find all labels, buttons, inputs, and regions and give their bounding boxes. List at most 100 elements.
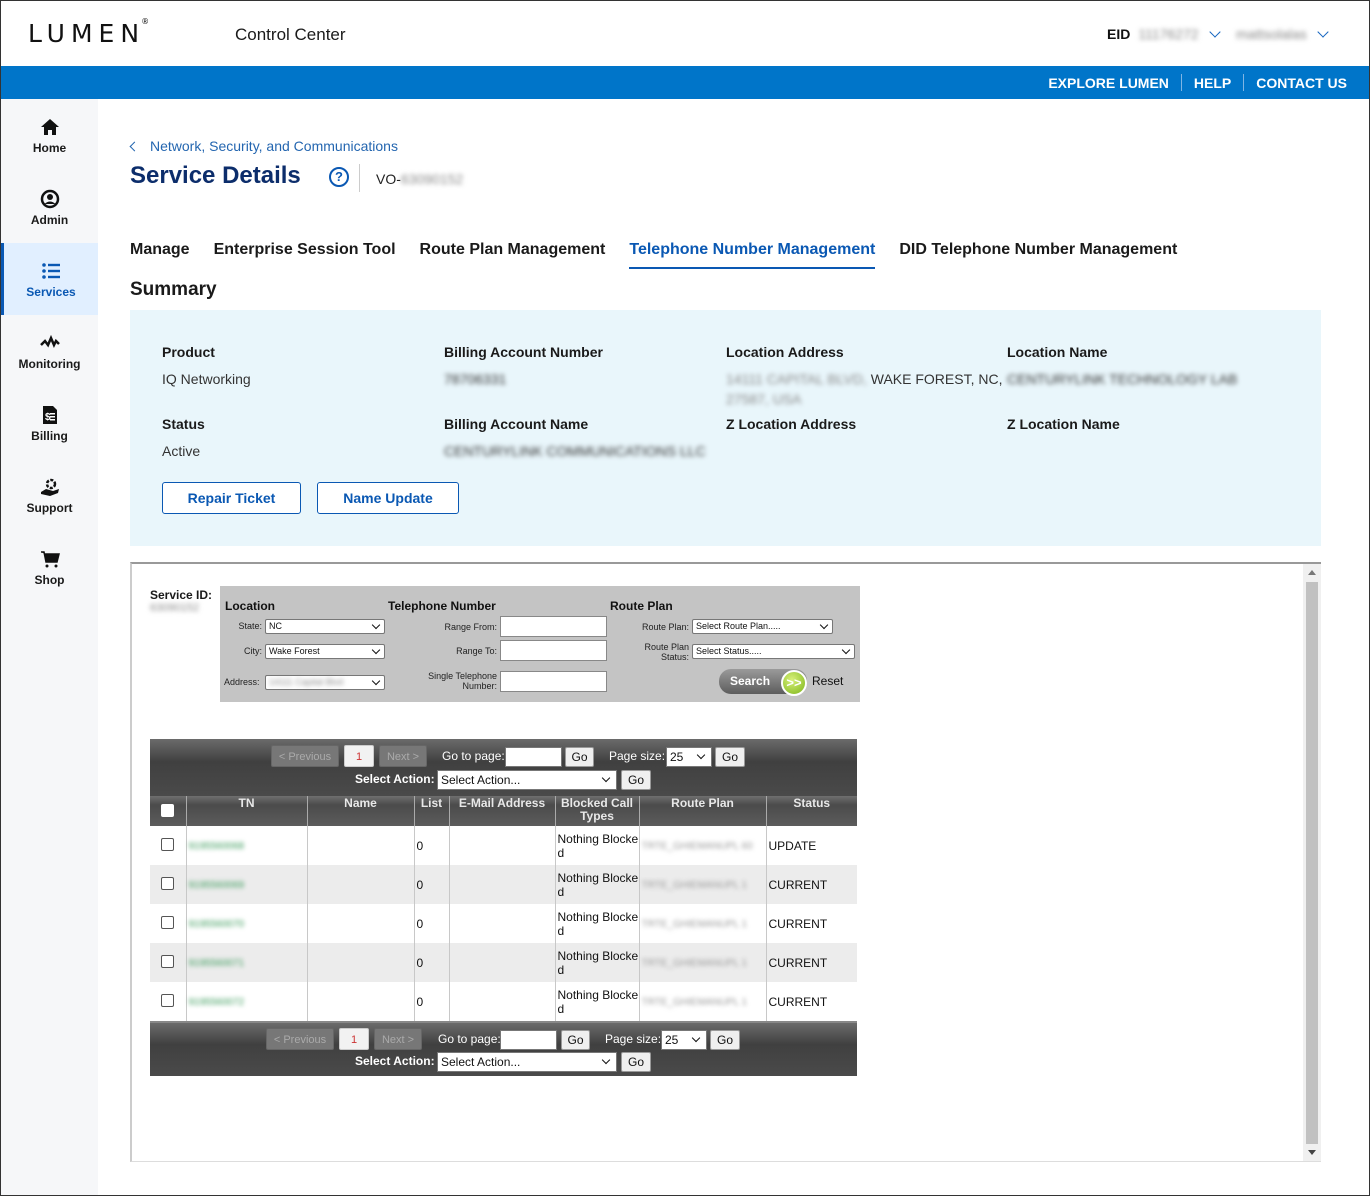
city-select[interactable]: Wake Forest [265, 644, 385, 659]
next-page-button[interactable]: Next > [379, 745, 427, 767]
scrollbar-thumb[interactable] [1306, 582, 1318, 1144]
page-size-select[interactable]: 25 [661, 1030, 707, 1050]
row-checkbox[interactable] [161, 837, 175, 851]
goto-page-go-button[interactable]: Go [561, 1030, 590, 1050]
location-name-field: Location Name CENTURYLINK TECHNOLOGY LAB [1007, 344, 1237, 389]
sidebar-item-home[interactable]: Home [1, 99, 98, 171]
single-tn-input[interactable] [500, 671, 607, 692]
help-link[interactable]: HELP [1194, 75, 1231, 91]
route-plan-value: TRTE_GHIEMANUPL 1 [641, 918, 748, 930]
column-header-route-plan[interactable]: Route Plan [638, 796, 766, 826]
next-page-button[interactable]: Next > [374, 1028, 422, 1050]
breadcrumb-link[interactable]: Network, Security, and Communications [150, 138, 398, 154]
sidebar-item-support[interactable]: Support [1, 459, 98, 531]
previous-page-button[interactable]: < Previous [266, 1028, 334, 1050]
eid-value: 11176272 [1138, 26, 1199, 42]
help-icon[interactable]: ? [329, 167, 349, 187]
route-plan-cell: TRTE_GHIEMANUPL 1 [638, 865, 766, 904]
blocked-call-types-cell: Nothing Blocked [554, 826, 639, 865]
chevron-down-icon [1317, 26, 1329, 38]
tab-route-plan-management[interactable]: Route Plan Management [420, 241, 606, 269]
page-size-go-button[interactable]: Go [715, 747, 745, 767]
sidebar-item-services[interactable]: Services [1, 243, 98, 315]
page-size-label: Page size: [605, 1032, 662, 1046]
product-label: Product [162, 344, 215, 360]
range-from-input[interactable] [500, 616, 607, 637]
column-header-tn[interactable]: TN [185, 796, 307, 826]
tn-link[interactable]: 9195560068 [189, 841, 245, 852]
repair-ticket-button[interactable]: Repair Ticket [162, 482, 301, 514]
goto-page-input[interactable] [505, 747, 562, 767]
column-header-status[interactable]: Status [765, 796, 857, 826]
select-action-select[interactable]: Select Action... [437, 1052, 617, 1072]
route-plan-select[interactable]: Select Route Plan..... [692, 619, 833, 634]
tab-did-telephone-number-management[interactable]: DID Telephone Number Management [899, 241, 1177, 269]
row-checkbox[interactable] [161, 993, 175, 1007]
service-tabs: Manage Enterprise Session Tool Route Pla… [130, 241, 1201, 269]
vertical-scrollbar[interactable] [1303, 564, 1321, 1161]
location-address-field: Location Address 14111 CAPITAL BLVD, WAK… [726, 344, 1006, 409]
state-select[interactable]: NC [265, 619, 385, 634]
scroll-down-arrow-icon[interactable] [1308, 1150, 1316, 1155]
column-header-list[interactable]: List [413, 796, 449, 826]
z-location-name-label: Z Location Name [1007, 416, 1120, 432]
sidebar-item-monitoring[interactable]: Monitoring [1, 315, 98, 387]
page-size-select[interactable]: 25 [666, 747, 712, 767]
address-select[interactable]: 14111 Capital Blvd [265, 675, 385, 690]
sidebar-item-admin[interactable]: Admin [1, 171, 98, 243]
column-header-name[interactable]: Name [306, 796, 414, 826]
product-value: IQ Networking [162, 371, 251, 387]
route-plan-cell: TRTE_GHIEMANUPL 1 [638, 943, 766, 982]
billing-account-name-label: Billing Account Name [444, 416, 589, 432]
goto-page-input[interactable] [500, 1030, 557, 1050]
select-action-go-button[interactable]: Go [621, 1052, 651, 1072]
row-checkbox[interactable] [161, 954, 175, 968]
chevron-down-icon [1208, 26, 1221, 38]
double-arrow-go-icon[interactable]: >> [781, 670, 807, 696]
column-header-blocked-call-types[interactable]: Blocked Call Types [554, 796, 639, 826]
column-header-email[interactable]: E-Mail Address [448, 796, 555, 826]
contact-us-link[interactable]: CONTACT US [1256, 75, 1347, 91]
reset-link[interactable]: Reset [812, 674, 843, 688]
tn-link[interactable]: 9195560071 [189, 958, 245, 969]
user-circle-icon [40, 189, 59, 209]
range-from-label: Range From: [444, 622, 497, 632]
table-row: 9195560072 0 Nothing Blocked TRTE_GHIEMA… [150, 982, 857, 1021]
current-page-button[interactable]: 1 [344, 745, 374, 767]
lumen-logo[interactable]: LUMEN® [28, 17, 153, 48]
tn-link[interactable]: 9195560072 [189, 997, 245, 1008]
support-icon [40, 478, 59, 496]
email-cell [448, 904, 555, 943]
range-to-input[interactable] [500, 640, 607, 661]
row-checkbox[interactable] [161, 915, 175, 929]
tab-manage[interactable]: Manage [130, 241, 190, 269]
name-update-button[interactable]: Name Update [317, 482, 459, 514]
select-all-checkbox[interactable] [161, 803, 175, 817]
explore-lumen-link[interactable]: EXPLORE LUMEN [1048, 75, 1169, 91]
page-size-go-button[interactable]: Go [710, 1030, 740, 1050]
tab-enterprise-session-tool[interactable]: Enterprise Session Tool [214, 241, 396, 269]
eid-selector[interactable]: EID 11176272 [1107, 26, 1229, 42]
select-action-go-button[interactable]: Go [621, 770, 651, 790]
breadcrumb[interactable]: Network, Security, and Communications [129, 138, 398, 154]
goto-page-go-button[interactable]: Go [565, 747, 594, 767]
tn-link[interactable]: 9195560070 [189, 919, 245, 930]
route-plan-status-select[interactable]: Select Status..... [692, 644, 855, 659]
service-id-value: 63090152 [400, 171, 464, 187]
current-page-button[interactable]: 1 [339, 1028, 369, 1050]
sidebar-item-shop[interactable]: Shop [1, 531, 98, 603]
blocked-call-types-cell: Nothing Blocked [554, 943, 639, 982]
select-action-label: Select Action: [355, 1054, 435, 1068]
row-checkbox[interactable] [161, 876, 175, 890]
service-id-prefix: VO- [376, 171, 401, 187]
tab-telephone-number-management[interactable]: Telephone Number Management [629, 241, 876, 269]
user-menu[interactable]: mattsolalas [1236, 26, 1337, 42]
select-action-select[interactable]: Select Action... [437, 770, 617, 790]
tn-link[interactable]: 9195560069 [189, 880, 245, 891]
sidebar-item-billing[interactable]: $ Billing [1, 387, 98, 459]
scroll-up-arrow-icon[interactable] [1308, 570, 1316, 575]
z-location-name-field: Z Location Name [1007, 416, 1120, 432]
previous-page-button[interactable]: < Previous [271, 745, 339, 767]
sidebar-item-label: Billing [31, 429, 68, 443]
status-cell: UPDATE [765, 826, 857, 865]
